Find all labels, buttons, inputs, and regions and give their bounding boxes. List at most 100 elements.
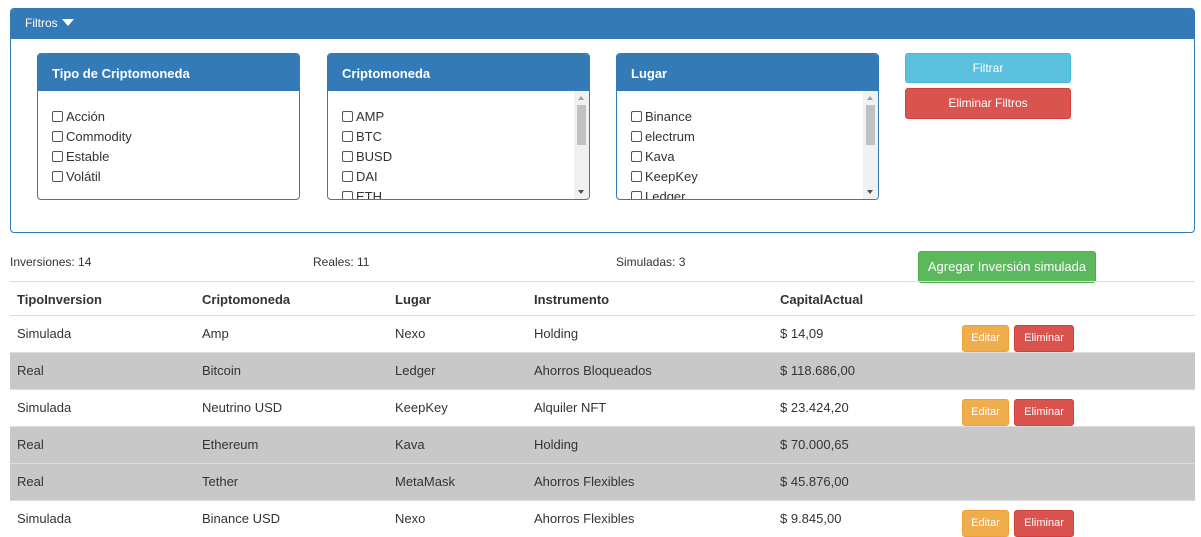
option-label: AMP xyxy=(356,109,385,124)
checkbox-icon[interactable] xyxy=(631,191,642,199)
checkbox-option[interactable]: Binance xyxy=(631,107,878,127)
option-label: Ledger xyxy=(645,189,686,199)
scroll-up-icon[interactable] xyxy=(867,96,873,100)
investments-table: TipoInversion Criptomoneda Lugar Instrum… xyxy=(10,281,1195,537)
option-label: ETH xyxy=(356,189,382,199)
table-row: Simulada Neutrino USD KeepKey Alquiler N… xyxy=(10,389,1195,426)
scroll-list[interactable]: AMP BTC BUSD DAI ETH xyxy=(328,91,589,199)
option-label: Binance xyxy=(645,109,692,124)
option-label: DAI xyxy=(356,169,378,184)
clear-filters-button[interactable]: Eliminar Filtros xyxy=(905,88,1071,119)
cell-capital: $ 23.424,20 xyxy=(780,400,849,415)
scrollbar[interactable] xyxy=(574,91,589,199)
cell-tipo: Real xyxy=(17,363,44,378)
option-label: Kava xyxy=(645,149,675,164)
checkbox-option[interactable]: Ledger xyxy=(631,187,878,199)
cell-lugar: Nexo xyxy=(395,326,426,341)
scroll-down-icon[interactable] xyxy=(867,190,873,194)
scroll-list[interactable]: Binance electrum Kava KeepKey Ledger xyxy=(617,91,878,199)
checkbox-icon[interactable] xyxy=(342,131,353,142)
scroll-down-icon[interactable] xyxy=(578,190,584,194)
checkbox-option[interactable]: electrum xyxy=(631,127,878,147)
cell-lugar: KeepKey xyxy=(395,400,448,415)
checkbox-option[interactable]: Volátil xyxy=(52,167,299,187)
column-header[interactable]: Instrumento xyxy=(534,292,609,307)
simulated-count: Simuladas: 3 xyxy=(616,255,686,269)
checkbox-option[interactable]: Commodity xyxy=(52,127,299,147)
option-label: electrum xyxy=(645,129,695,144)
checkbox-option[interactable]: BUSD xyxy=(342,147,589,167)
filter-box-lugar: Lugar Binance electrum Kava KeepKey Ledg… xyxy=(616,53,879,200)
checkbox-option[interactable]: ETH xyxy=(342,187,589,199)
checkbox-icon[interactable] xyxy=(342,191,353,199)
checkbox-option[interactable]: Estable xyxy=(52,147,299,167)
cell-tipo: Real xyxy=(17,474,44,489)
table-row: Real Tether MetaMask Ahorros Flexibles $… xyxy=(10,463,1195,500)
checkbox-icon[interactable] xyxy=(52,171,63,182)
table-row: Simulada Amp Nexo Holding $ 14,09 Editar… xyxy=(10,315,1195,352)
cell-lugar: Ledger xyxy=(395,363,436,378)
checkbox-icon[interactable] xyxy=(342,171,353,182)
checkbox-icon[interactable] xyxy=(52,131,63,142)
column-header[interactable]: Lugar xyxy=(395,292,431,307)
checkbox-icon[interactable] xyxy=(342,151,353,162)
cell-lugar: MetaMask xyxy=(395,474,455,489)
edit-button[interactable]: Editar xyxy=(962,399,1009,426)
cell-cripto: Binance USD xyxy=(202,511,281,526)
checkbox-option[interactable]: BTC xyxy=(342,127,589,147)
option-label: Commodity xyxy=(66,129,132,144)
filters-title: Filtros xyxy=(25,16,58,30)
caret-down-icon xyxy=(61,19,74,26)
checkbox-icon[interactable] xyxy=(631,111,642,122)
checkbox-option[interactable]: KeepKey xyxy=(631,167,878,187)
checkbox-icon[interactable] xyxy=(631,131,642,142)
cell-tipo: Simulada xyxy=(17,400,72,415)
checkbox-icon[interactable] xyxy=(52,111,63,122)
scrollbar-thumb[interactable] xyxy=(577,105,586,145)
scrollbar[interactable] xyxy=(863,91,878,199)
scrollbar-thumb[interactable] xyxy=(866,105,875,145)
edit-button[interactable]: Editar xyxy=(962,510,1009,537)
column-header[interactable]: TipoInversion xyxy=(17,292,102,307)
scroll-up-icon[interactable] xyxy=(578,96,584,100)
cell-instrumento: Holding xyxy=(534,326,579,341)
table-header: TipoInversion Criptomoneda Lugar Instrum… xyxy=(10,281,1195,315)
checkbox-icon[interactable] xyxy=(52,151,63,162)
cell-cripto: Bitcoin xyxy=(202,363,242,378)
cell-capital: $ 9.845,00 xyxy=(780,511,842,526)
column-header[interactable]: Criptomoneda xyxy=(202,292,290,307)
column-header[interactable]: CapitalActual xyxy=(780,292,863,307)
cell-instrumento: Holding xyxy=(534,437,579,452)
checkbox-option[interactable]: AMP xyxy=(342,107,589,127)
cell-lugar: Nexo xyxy=(395,511,426,526)
cell-capital: $ 45.876,00 xyxy=(780,474,849,489)
option-label: BTC xyxy=(356,129,382,144)
filters-toggle[interactable]: Filtros xyxy=(11,9,1194,39)
delete-button[interactable]: Eliminar xyxy=(1014,399,1074,426)
checkbox-icon[interactable] xyxy=(631,151,642,162)
filter-button[interactable]: Filtrar xyxy=(905,53,1071,83)
edit-button[interactable]: Editar xyxy=(962,325,1009,352)
filter-box-tipo: Tipo de Criptomoneda Acción Commodity Es… xyxy=(37,53,300,200)
cell-cripto: Ethereum xyxy=(202,437,259,452)
add-simulated-investment-button[interactable]: Agregar Inversión simulada xyxy=(918,251,1096,283)
cell-capital: $ 118.686,00 xyxy=(780,363,855,378)
filter-box-title: Criptomoneda xyxy=(328,54,589,91)
table-row: Simulada Binance USD Nexo Ahorros Flexib… xyxy=(10,500,1195,537)
checkbox-option[interactable]: Kava xyxy=(631,147,878,167)
checkbox-icon[interactable] xyxy=(342,111,353,122)
delete-button[interactable]: Eliminar xyxy=(1014,510,1074,537)
table-row: Real Bitcoin Ledger Ahorros Bloqueados $… xyxy=(10,352,1195,389)
delete-button[interactable]: Eliminar xyxy=(1014,325,1074,352)
cell-capital: $ 14,09 xyxy=(780,326,824,341)
checkbox-icon[interactable] xyxy=(631,171,642,182)
checkbox-option[interactable]: DAI xyxy=(342,167,589,187)
cell-capital: $ 70.000,65 xyxy=(780,437,849,452)
cell-instrumento: Ahorros Bloqueados xyxy=(534,363,652,378)
cell-instrumento: Alquiler NFT xyxy=(534,400,607,415)
cell-tipo: Simulada xyxy=(17,326,72,341)
checkbox-option[interactable]: Acción xyxy=(52,107,299,127)
option-label: Acción xyxy=(66,109,106,124)
cell-cripto: Tether xyxy=(202,474,239,489)
cell-tipo: Simulada xyxy=(17,511,72,526)
